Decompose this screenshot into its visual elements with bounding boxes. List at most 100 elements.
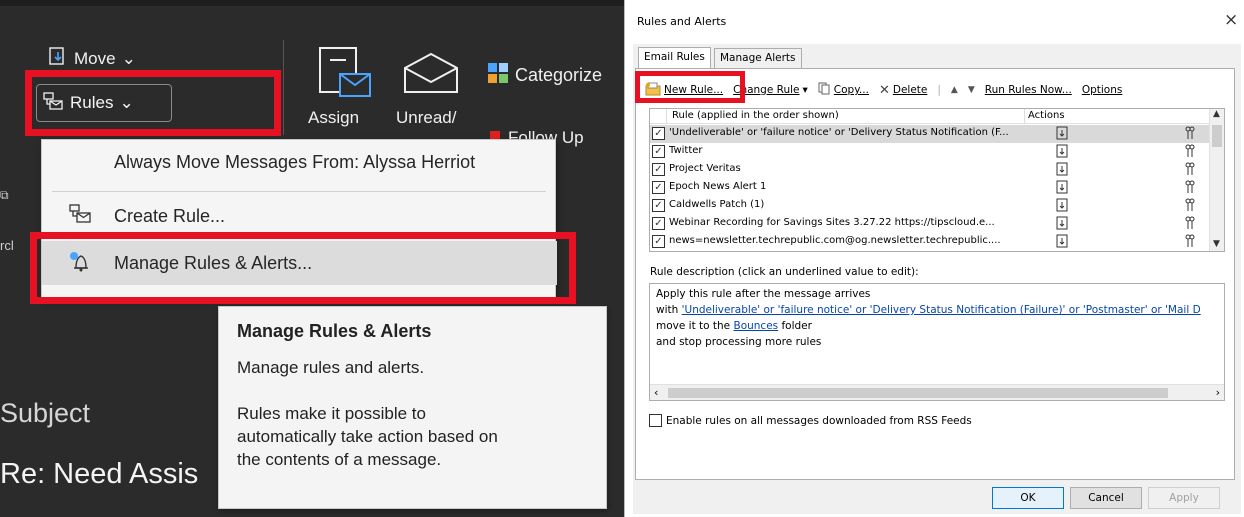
move-to-folder-icon — [1056, 162, 1068, 179]
rule-name: 'Undeliverable' or 'failure notice' or '… — [669, 127, 1009, 138]
unread-label[interactable]: Unread/ — [396, 108, 456, 128]
rule-row[interactable]: ✓ Epoch News Alert 1 — [650, 179, 1210, 197]
rule-checkbox[interactable]: ✓ — [652, 235, 665, 248]
search-fragment-label: rcl — [0, 238, 14, 253]
copy-label: Copy... — [833, 84, 869, 96]
rules-list-header: Rule (applied in the order shown) Action… — [650, 109, 1210, 124]
apply-button[interactable]: Apply — [1148, 487, 1220, 509]
scroll-up-icon[interactable]: ▲ — [1213, 109, 1220, 119]
condition-words-link[interactable]: 'Undeliverable' or 'failure notice' or '… — [682, 304, 1201, 316]
column-divider — [666, 109, 667, 124]
message-subject-row[interactable]: Re: Need Assis — [0, 458, 198, 491]
rule-name: Twitter — [669, 145, 703, 156]
run-rules-now-button[interactable]: Run Rules Now... — [985, 84, 1072, 96]
menu-separator — [52, 191, 546, 192]
subject-column-header[interactable]: Subject — [0, 398, 90, 429]
rss-checkbox-label: Enable rules on all messages downloaded … — [666, 414, 972, 427]
menu-item-label: Always Move Messages From: Alyssa Herrio… — [114, 151, 476, 172]
categorize-icon — [487, 62, 509, 89]
assign-label[interactable]: Assign — [308, 108, 359, 128]
options-button[interactable]: Options — [1082, 84, 1123, 96]
rules-list-scrollbar[interactable]: ▲ ▼ — [1209, 109, 1224, 251]
move-to-folder-icon — [1056, 180, 1068, 197]
manage-rules-tooltip: Manage Rules & Alerts Manage rules and a… — [218, 306, 607, 509]
new-rule-highlight-box — [635, 71, 745, 103]
chevron-down-icon: ⌄ — [121, 48, 136, 68]
description-line: with 'Undeliverable' or 'failure notice'… — [656, 304, 1201, 316]
rule-row[interactable]: ✓ Webinar Recording for Savings Sites 3.… — [650, 215, 1210, 233]
envelope-icon[interactable] — [402, 52, 460, 94]
description-prefix: with — [656, 304, 682, 316]
move-up-icon[interactable]: ▲ — [951, 85, 958, 95]
scroll-thumb[interactable] — [668, 388, 1168, 398]
stop-processing-icon — [1185, 162, 1195, 179]
scroll-left-icon[interactable]: ‹ — [654, 386, 658, 399]
tab-email-rules[interactable]: Email Rules — [638, 47, 711, 69]
ribbon-top-strip — [0, 0, 624, 6]
delete-x-icon: ✕ — [878, 82, 890, 98]
rule-row[interactable]: ✓ Project Veritas — [650, 161, 1210, 179]
rule-row[interactable]: ✓ news=newsletter.techrepublic.com@og.ne… — [650, 233, 1210, 251]
move-to-folder-icon — [1056, 126, 1068, 143]
ribbon-group-divider — [283, 40, 284, 135]
rule-row[interactable]: ✓ 'Undeliverable' or 'failure notice' or… — [650, 125, 1210, 143]
scroll-thumb[interactable] — [1212, 125, 1222, 147]
tab-manage-alerts[interactable]: Manage Alerts — [714, 48, 802, 68]
copy-button[interactable]: Copy... — [818, 82, 869, 98]
stop-processing-icon — [1185, 216, 1195, 233]
scroll-down-icon[interactable]: ▼ — [1213, 239, 1220, 249]
rule-checkbox[interactable]: ✓ — [652, 199, 665, 212]
description-scrollbar[interactable]: ‹ › — [650, 384, 1224, 400]
folder-link[interactable]: Bounces — [733, 320, 778, 332]
menu-item-always-move[interactable]: Always Move Messages From: Alyssa Herrio… — [42, 140, 557, 184]
tooltip-line: the contents of a message. — [237, 450, 442, 469]
tooltip-body: Rules make it possible to automatically … — [237, 402, 588, 471]
rule-column-header[interactable]: Rule (applied in the order shown) — [672, 110, 839, 121]
caret-down-icon: ▾ — [802, 84, 808, 96]
menu-item-label: Create Rule... — [114, 205, 226, 226]
stop-processing-icon — [1185, 198, 1195, 215]
rss-checkbox[interactable] — [649, 414, 662, 427]
cancel-button[interactable]: Cancel — [1070, 487, 1142, 509]
rules-list[interactable]: Rule (applied in the order shown) Action… — [649, 108, 1225, 252]
ok-button[interactable]: OK — [992, 487, 1064, 509]
stop-processing-icon — [1185, 234, 1195, 251]
tooltip-line: automatically take action based on — [237, 427, 498, 446]
rule-row[interactable]: ✓ Caldwells Patch (1) — [650, 197, 1210, 215]
rules-and-alerts-dialog: Rules and Alerts × Email Rules Manage Al… — [624, 0, 1244, 517]
rule-checkbox[interactable]: ✓ — [652, 127, 665, 140]
actions-column-header[interactable]: Actions — [1028, 110, 1065, 121]
rule-checkbox[interactable]: ✓ — [652, 181, 665, 194]
categorize-button[interactable]: Categorize — [487, 62, 602, 89]
rule-name: Caldwells Patch (1) — [669, 199, 765, 210]
rule-name: news=newsletter.techrepublic.com@og.news… — [669, 235, 1001, 246]
rule-checkbox[interactable]: ✓ — [652, 163, 665, 176]
tooltip-title: Manage Rules & Alerts — [237, 321, 432, 341]
description-line: and stop processing more rules — [656, 336, 822, 348]
delete-button[interactable]: ✕ Delete — [879, 83, 927, 98]
copy-icon — [818, 82, 831, 98]
move-button[interactable]: Move ⌄ — [48, 46, 136, 71]
toolbar-separator: | — [937, 84, 941, 96]
categorize-label: Categorize — [515, 65, 603, 85]
rule-checkbox[interactable]: ✓ — [652, 217, 665, 230]
run-rules-now-label: Run Rules Now... — [984, 84, 1072, 96]
rule-description-label: Rule description (click an underlined va… — [650, 266, 919, 278]
rss-rules-option[interactable]: Enable rules on all messages downloaded … — [649, 414, 972, 427]
scroll-right-icon[interactable]: › — [1216, 386, 1220, 399]
tooltip-subtitle: Manage rules and alerts. — [237, 358, 425, 377]
rule-row[interactable]: ✓ Twitter — [650, 143, 1210, 161]
move-icon — [48, 46, 68, 71]
options-label: Options — [1081, 84, 1123, 96]
tooltip-line: Rules make it possible to — [237, 404, 426, 423]
move-to-folder-icon — [1056, 198, 1068, 215]
rule-checkbox[interactable]: ✓ — [652, 145, 665, 158]
manage-rules-highlight-box — [30, 232, 576, 304]
close-icon[interactable]: × — [1224, 10, 1238, 30]
create-rule-icon — [68, 203, 92, 230]
rule-description-box: Apply this rule after the message arrive… — [649, 283, 1225, 401]
move-to-folder-icon — [1056, 216, 1068, 233]
move-down-icon[interactable]: ▼ — [968, 85, 975, 95]
move-label: Move — [74, 48, 116, 68]
assign-policy-icon[interactable] — [318, 46, 374, 104]
